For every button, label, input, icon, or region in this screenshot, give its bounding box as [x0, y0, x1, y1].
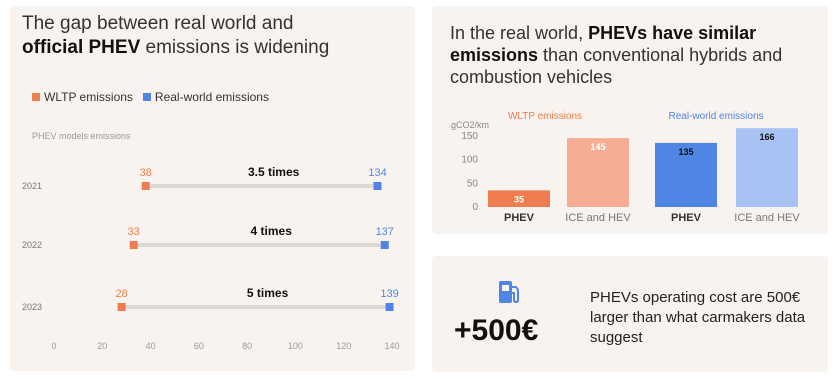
- fuel-pump-icon: [499, 281, 519, 304]
- cost-text: PHEVs operating cost are 500€ larger tha…: [590, 289, 806, 346]
- y-tick-label: 150: [461, 131, 478, 142]
- wltp-point: [117, 303, 126, 311]
- ratio-annotation: 3.5 times: [248, 165, 300, 179]
- x-category-label: PHEV: [671, 212, 702, 224]
- wltp-value-label: 38: [140, 167, 152, 179]
- wltp-value-label: 33: [128, 226, 140, 238]
- real-value-label: 139: [380, 288, 398, 300]
- cost-value: +500€: [454, 314, 539, 347]
- right-panel-title: In the real world, PHEVs have similar em…: [450, 22, 810, 88]
- y-tick-label: 0: [472, 202, 478, 213]
- group-label-wltp: WLTP emissions: [508, 111, 582, 122]
- x-tick-label: 80: [242, 341, 252, 351]
- x-tick-label: 100: [288, 341, 303, 351]
- real-point: [385, 303, 394, 311]
- x-tick-label: 60: [194, 341, 204, 351]
- real-value-label: 134: [368, 167, 386, 179]
- x-category-label: PHEV: [504, 212, 535, 224]
- wltp-point: [129, 241, 138, 249]
- y-category-label: 2021: [22, 181, 42, 191]
- ratio-annotation: 4 times: [251, 224, 293, 238]
- y-category-label: 2022: [22, 240, 42, 250]
- real-point: [380, 241, 389, 249]
- bar-value-label: 145: [590, 142, 605, 152]
- wltp-point: [141, 182, 150, 190]
- x-category-label: ICE and HEV: [565, 212, 631, 224]
- bar-value-label: 35: [514, 194, 524, 204]
- real-point: [373, 182, 382, 190]
- right-title-pre: In the real world,: [450, 23, 589, 43]
- real-value-label: 137: [376, 226, 394, 238]
- bar-value-label: 135: [678, 147, 693, 157]
- ratio-annotation: 5 times: [247, 286, 289, 300]
- group-label-real: Real-world emissions: [668, 111, 763, 122]
- x-tick-label: 140: [384, 341, 399, 351]
- bar-value-label: 166: [759, 132, 774, 142]
- x-tick-label: 20: [97, 341, 107, 351]
- x-tick-label: 120: [336, 341, 351, 351]
- y-tick-label: 50: [467, 178, 479, 189]
- x-tick-label: 40: [146, 341, 156, 351]
- y-tick-label: 100: [461, 155, 478, 166]
- x-category-label: ICE and HEV: [734, 212, 800, 224]
- x-tick-label: 0: [51, 341, 56, 351]
- wltp-value-label: 28: [115, 288, 127, 300]
- y-category-label: 2023: [22, 302, 42, 312]
- y-axis-title: gCO2/km: [451, 120, 489, 130]
